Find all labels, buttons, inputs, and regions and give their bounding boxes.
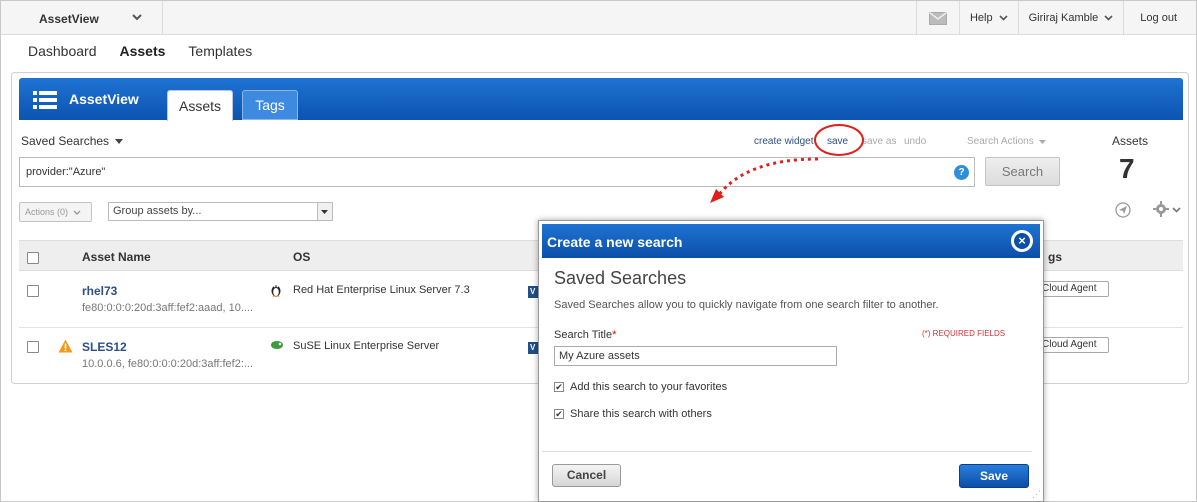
tab-tags[interactable]: Tags xyxy=(242,90,298,120)
list-icon xyxy=(33,91,57,109)
vendor-badge: V xyxy=(528,286,538,298)
top-right-menu: Help Giriraj Kamble Log out xyxy=(915,1,1196,35)
help-icon[interactable]: ? xyxy=(954,165,969,180)
actions-label: Actions (0) xyxy=(25,207,69,217)
suse-icon xyxy=(271,341,283,349)
close-button[interactable]: × xyxy=(1011,230,1033,252)
group-assets-label: Group assets by... xyxy=(113,205,202,217)
os-name: Red Hat Enterprise Linux Server 7.3 xyxy=(293,284,470,296)
warning-icon xyxy=(58,339,73,353)
linux-tux-icon xyxy=(271,285,281,297)
search-button[interactable]: Search xyxy=(985,157,1060,186)
search-title-input[interactable] xyxy=(554,346,837,366)
row-checkbox[interactable] xyxy=(27,341,39,353)
nav-item-dashboard[interactable]: Dashboard xyxy=(28,43,97,59)
logout-link[interactable]: Log out xyxy=(1123,1,1196,35)
section-title: Saved Searches xyxy=(554,268,687,288)
favorites-checkbox[interactable]: ✔ Add this search to your favorites xyxy=(554,381,727,393)
group-assets-dropdown[interactable]: Group assets by... xyxy=(108,202,333,221)
favorites-label: Add this search to your favorites xyxy=(570,381,728,393)
asset-name-link[interactable]: SLES12 xyxy=(82,340,127,354)
tab-assets[interactable]: Assets xyxy=(167,90,233,121)
create-widget-link[interactable]: create widget xyxy=(754,136,813,147)
top-bar: AssetView Help Giriraj Kamble Log out xyxy=(1,1,1196,35)
chevron-down-icon xyxy=(73,210,81,215)
search-input[interactable] xyxy=(19,157,975,187)
assets-count-label: Assets xyxy=(1112,134,1149,148)
user-menu[interactable]: Giriraj Kamble xyxy=(1017,1,1124,35)
divider xyxy=(542,451,1032,452)
search-title-label: Search Title* xyxy=(554,329,616,341)
app-switcher[interactable]: AssetView xyxy=(1,1,163,35)
save-as-link[interactable]: save as xyxy=(862,136,896,147)
column-tags[interactable]: gs xyxy=(1048,250,1062,264)
chevron-down-icon[interactable] xyxy=(1172,207,1181,213)
asset-address: 10.0.0.6, fe80:0:0:0:20d:3aff:fef2:... xyxy=(82,358,254,370)
user-name: Giriraj Kamble xyxy=(1028,12,1099,24)
chevron-down-icon xyxy=(999,15,1008,21)
actions-dropdown[interactable]: Actions (0) xyxy=(19,202,92,222)
logout-label: Log out xyxy=(1140,12,1177,24)
asset-address: fe80:0:0:0:20d:3aff:fef2:aaad, 10.... xyxy=(82,302,254,314)
row-checkbox[interactable] xyxy=(27,285,39,297)
asset-name-link[interactable]: rhel73 xyxy=(82,284,117,298)
vendor-badge: V xyxy=(528,342,538,354)
share-checkbox[interactable]: ✔ Share this search with others xyxy=(554,408,712,420)
create-search-modal: Create a new search × Saved Searches Sav… xyxy=(538,220,1044,502)
caret-down-icon xyxy=(115,138,124,144)
search-title-label-text: Search Title xyxy=(554,329,613,341)
chevron-down-icon xyxy=(1104,15,1113,21)
modal-header: Create a new search × xyxy=(542,224,1040,258)
os-name: SuSE Linux Enterprise Server xyxy=(293,340,440,352)
share-label: Share this search with others xyxy=(570,408,712,420)
caret-down-icon xyxy=(1038,139,1046,144)
select-all-checkbox[interactable] xyxy=(27,252,39,264)
help-menu[interactable]: Help xyxy=(958,1,1018,35)
nav-item-templates[interactable]: Templates xyxy=(188,43,252,59)
checkbox-checked[interactable]: ✔ xyxy=(554,409,564,419)
mail-button[interactable] xyxy=(915,1,959,35)
modal-title: Create a new search xyxy=(547,234,683,250)
save-button[interactable]: Save xyxy=(959,464,1029,488)
app-name: AssetView xyxy=(39,12,99,26)
column-asset-name[interactable]: Asset Name xyxy=(82,250,151,264)
module-nav: Dashboard Assets Templates xyxy=(28,43,252,59)
saved-searches-dropdown[interactable]: Saved Searches xyxy=(21,134,124,148)
required-marker: * xyxy=(612,329,617,341)
dropdown-arrow xyxy=(317,203,332,220)
search-actions-label: Search Actions xyxy=(967,136,1034,147)
checkbox-checked[interactable]: ✔ xyxy=(554,382,564,392)
undo-link[interactable]: undo xyxy=(904,136,926,147)
panel-title: AssetView xyxy=(69,91,139,107)
gear-icon[interactable] xyxy=(1153,201,1169,217)
panel-header: AssetView Assets Tags xyxy=(19,78,1183,121)
column-os[interactable]: OS xyxy=(293,250,310,264)
cancel-button[interactable]: Cancel xyxy=(552,464,621,487)
chevron-down-icon xyxy=(132,14,142,21)
close-icon: × xyxy=(1014,233,1030,249)
pointer-arrow xyxy=(710,157,819,203)
required-fields-note: (*) REQUIRED FIELDS xyxy=(922,329,1006,338)
saved-searches-label: Saved Searches xyxy=(21,134,110,148)
navigation-icon[interactable] xyxy=(1115,202,1131,218)
nav-item-assets[interactable]: Assets xyxy=(120,43,166,59)
search-actions-dropdown[interactable]: Search Actions xyxy=(967,136,1046,147)
mail-icon xyxy=(928,11,947,25)
resize-handle-icon[interactable]: ⋰ xyxy=(1032,489,1041,500)
section-description: Saved Searches allow you to quickly navi… xyxy=(554,299,939,311)
help-label: Help xyxy=(969,12,993,24)
caret-down-icon xyxy=(321,210,328,214)
assets-count: 7 xyxy=(1119,153,1135,184)
